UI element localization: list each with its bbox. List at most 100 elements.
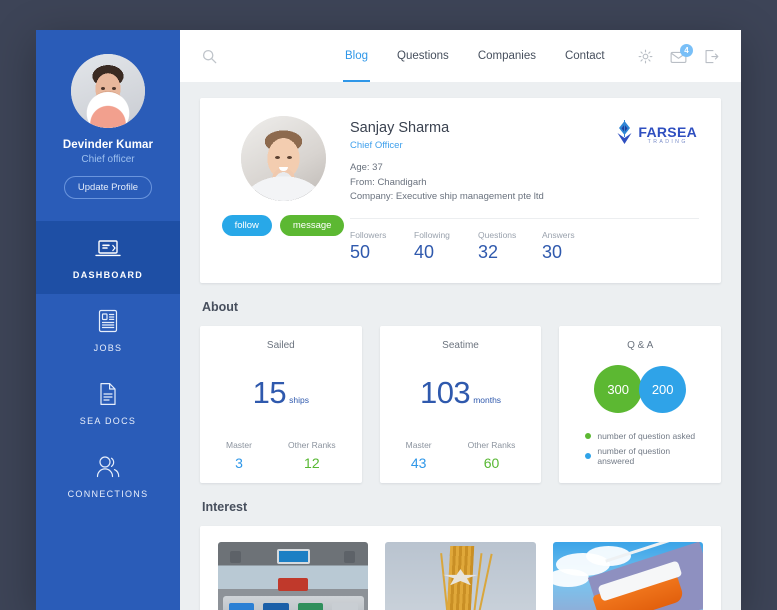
sidebar-item-label: DASHBOARD [72, 270, 144, 280]
qa-legend: number of question asked number of quest… [571, 431, 709, 471]
legend-item-answered: number of question answered [585, 446, 709, 466]
logo-text: FARSEA TRADING [638, 125, 697, 145]
follow-button[interactable]: follow [221, 215, 272, 236]
sidebar-item-label: CONNECTIONS [67, 489, 149, 499]
laptop-icon [95, 235, 121, 261]
card-qa: Q & A 300 200 number of question asked n… [559, 326, 722, 484]
stat-value: 30 [542, 242, 563, 263]
message-button[interactable]: message [279, 215, 345, 236]
search-icon[interactable] [202, 49, 217, 64]
legend-item-asked: number of question asked [585, 431, 709, 441]
interest-title: Interest [202, 500, 248, 515]
sidebar-item-dashboard[interactable]: DASHBOARD [36, 221, 180, 294]
stat-value: 40 [414, 242, 435, 263]
topbar: Blog Questions Companies Contact 4 [180, 30, 741, 82]
console-screen [332, 603, 358, 610]
sub-label: Other Ranks [287, 440, 336, 451]
sidebar-nav: DASHBOARD JOBS SEA DOCS CONNECTIONS [36, 221, 180, 513]
top-tabs: Blog Questions Companies Contact [342, 30, 605, 82]
sub-label: Master [405, 440, 432, 451]
sidebar-item-label: SEA DOCS [79, 416, 137, 426]
stat-label: Followers [350, 230, 387, 241]
profile-from: From: Chandigarh [350, 176, 427, 188]
photo-eye-right [287, 155, 293, 159]
card-heading: Sailed [266, 340, 295, 352]
sub-label: Other Ranks [467, 440, 516, 451]
speaker-right [344, 551, 355, 563]
stat-label: Questions [478, 230, 517, 241]
profile-company: Company: Executive ship management pte l… [350, 191, 544, 203]
content-scroll: follow message Sanjay Sharma Chief Offic… [180, 82, 741, 610]
stat-label: Answers [542, 230, 575, 241]
sub-value: 60 [483, 455, 500, 472]
logo-name: FARSEA [638, 123, 697, 140]
document-icon [98, 381, 118, 407]
photo-eye-left [275, 155, 281, 159]
profile-stats: Followers 50 Following 40 Questions 32 A… [350, 230, 699, 263]
farsea-compass-icon [614, 120, 635, 150]
card-big-value: 103 months [420, 375, 501, 411]
card-sub-stats: Master 43 Other Ranks 60 [392, 440, 530, 471]
envelope-icon[interactable]: 4 [670, 43, 693, 64]
tab-blog[interactable]: Blog [342, 30, 371, 82]
sub-value: 43 [410, 455, 427, 472]
legend-dot-icon [585, 453, 592, 460]
sidebar-item-jobs[interactable]: JOBS [36, 294, 180, 367]
tab-contact[interactable]: Contact [565, 30, 605, 82]
stat-following: Following 40 [414, 230, 478, 263]
legend-label: number of question asked [597, 431, 696, 442]
stat-answers: Answers 30 [542, 230, 606, 263]
bridge-display [276, 549, 310, 564]
avatar-face [71, 54, 145, 128]
topbar-actions: 4 [638, 43, 719, 64]
profile-photo-face [240, 116, 326, 201]
avatar [71, 54, 145, 128]
profile-photo [240, 116, 326, 201]
card-heading: Seatime [442, 340, 479, 352]
bridge-equipment [278, 578, 309, 591]
card-sub-stats: Master 3 Other Ranks 12 [212, 440, 350, 471]
interest-card [200, 526, 721, 610]
card-heading: Q & A [627, 340, 654, 352]
sub-value: 3 [235, 455, 243, 472]
big-unit: months [473, 395, 502, 406]
logo-tagline: TRADING [647, 138, 688, 145]
sub-stat-master: Master 3 [226, 440, 252, 471]
qa-circles: 300 200 [594, 365, 687, 414]
tab-questions[interactable]: Questions [397, 30, 449, 82]
stat-questions: Questions 32 [478, 230, 542, 263]
stat-followers: Followers 50 [350, 230, 414, 263]
tab-companies[interactable]: Companies [478, 30, 536, 82]
sidebar-user-role: Chief officer [81, 154, 135, 165]
card-sailed: Sailed 15 ships Master 3 Other Ranks 12 [200, 326, 362, 484]
messages-badge: 4 [680, 43, 693, 57]
gear-icon[interactable] [638, 49, 653, 64]
profile-meta: Age: 37 From: Chandigarh Company: Execut… [350, 161, 699, 205]
card-seatime: Seatime 103 months Master 43 Other Ranks… [379, 326, 542, 484]
sub-stat-other-ranks: Other Ranks 60 [468, 440, 516, 471]
sidebar-item-label: JOBS [93, 343, 123, 353]
profile-left: follow message [221, 116, 345, 263]
profile-age: Age: 37 [350, 162, 383, 173]
console-screen [297, 603, 324, 610]
main-area: Blog Questions Companies Contact 4 follo… [180, 30, 741, 610]
profile-actions: follow message [221, 215, 345, 236]
stat-label: Following [414, 230, 450, 241]
avatar-eye-right [112, 86, 117, 90]
stat-value: 32 [478, 242, 499, 263]
sidebar-item-connections[interactable]: CONNECTIONS [36, 440, 180, 513]
legend-label: number of question answered [597, 446, 671, 467]
big-number: 15 [252, 375, 287, 411]
sidebar-item-sea-docs[interactable]: SEA DOCS [36, 367, 180, 440]
about-title: About [202, 300, 239, 315]
sub-stat-other-ranks: Other Ranks 12 [288, 440, 336, 471]
about-cards: Sailed 15 ships Master 3 Other Ranks 12 [200, 326, 722, 484]
cloud [552, 569, 589, 588]
sub-stat-master: Master 43 [406, 440, 432, 471]
profile-card: follow message Sanjay Sharma Chief Offic… [200, 98, 721, 284]
newspaper-icon [97, 308, 119, 334]
logout-icon[interactable] [704, 49, 719, 64]
update-profile-button[interactable]: Update Profile [63, 176, 153, 199]
sub-label: Master [225, 440, 252, 451]
qa-circle-asked: 300 [594, 365, 643, 414]
